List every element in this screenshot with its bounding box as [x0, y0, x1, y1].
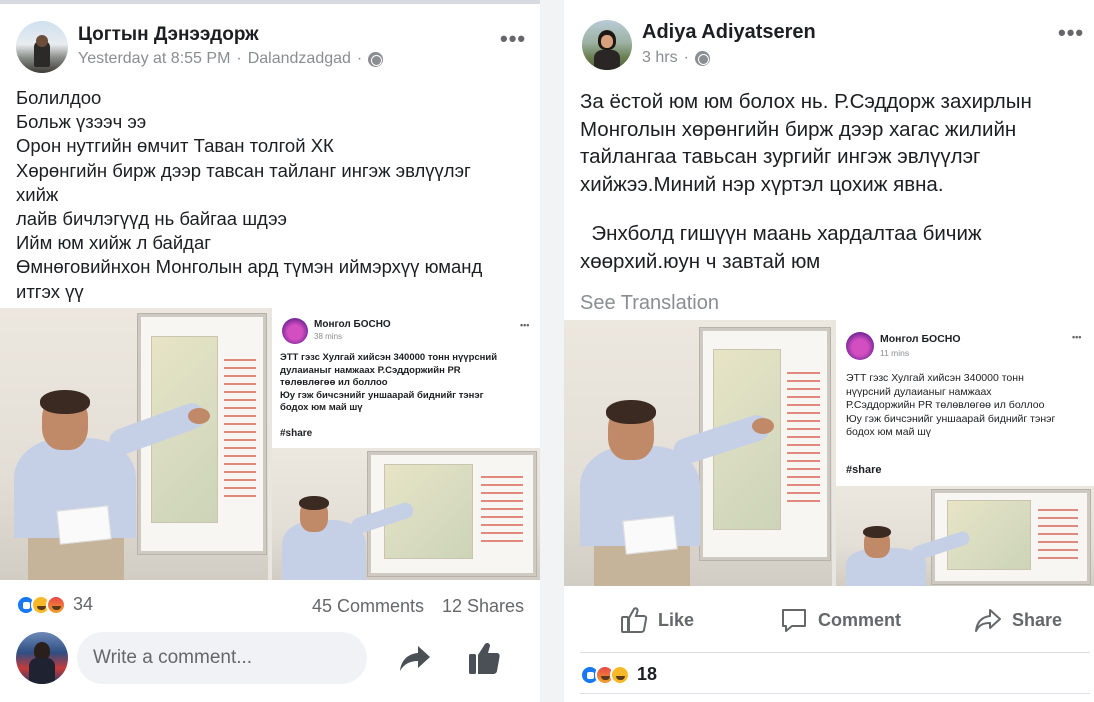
shared-post-text: ЭТТ гэзс Хулгай хийсэн 340000 тонн нүүрс…	[846, 372, 1092, 440]
body-line: Хөрөнгийн бирж дээр тавсан тайланг ингэж…	[16, 159, 471, 181]
body-line: итгэх үү	[16, 280, 84, 302]
share-label: Share	[1012, 609, 1063, 630]
body-line: Монголын хөрөнгийн бирж дээр хагас жилий…	[580, 117, 1017, 141]
shared-more-icon: •••	[520, 320, 530, 330]
post-meta: Yesterday at 8:55 PM · Dalandzadgad ·	[78, 50, 384, 68]
meta-separator: ·	[683, 49, 689, 66]
shared-presenter-photo	[836, 486, 1094, 586]
meta-separator: ·	[356, 50, 363, 67]
post-left: Цогтын Дэнээдорж Yesterday at 8:55 PM · …	[0, 0, 540, 702]
presenter-photo	[0, 308, 268, 580]
shared-post-time: 11 mins	[880, 348, 910, 358]
shared-post-time: 38 mins	[314, 332, 343, 341]
share-button[interactable]: Share	[974, 606, 1062, 634]
author-name[interactable]: Adiya Adiyatseren	[642, 21, 816, 44]
author-avatar[interactable]	[582, 20, 632, 70]
shared-page-avatar	[846, 332, 874, 360]
like-label: Like	[658, 609, 695, 630]
post-gutter	[540, 0, 564, 702]
angry-reaction-icon	[46, 594, 66, 615]
author-name[interactable]: Цогтын Дэнээдорж	[78, 24, 259, 46]
shared-post-card: Монгол БОСНО 11 mins ••• ЭТТ гэзс Хулгай…	[836, 320, 1094, 586]
post-image[interactable]: Монгол БОСНО 38 mins ••• ЭТТ гэзс Хулгай…	[0, 308, 540, 580]
actions-divider	[580, 652, 1090, 653]
shared-text-line: ЭТТ гэзс Хулгай хийсэн 340000 тонн	[846, 372, 1024, 384]
post-location[interactable]: Dalandzadgad	[248, 50, 351, 68]
shared-post-card: Монгол БОСНО 38 mins ••• ЭТТ гэзс Хулгай…	[272, 308, 540, 580]
body-line: Өмнөговийнхон Монголын ард түмэн иймэрхү…	[16, 256, 483, 278]
globe-icon	[368, 51, 384, 67]
shared-text-line: ЭТТ гэзс Хулгай хийсэн 340000 тонн нүүрс…	[280, 352, 498, 363]
shared-text-line: нүүрсний дулаианыг намжаах	[846, 385, 992, 398]
comment-button[interactable]: Comment	[780, 606, 901, 634]
share-arrow-icon[interactable]	[398, 642, 432, 674]
shared-text-line: Юу гэж бичсэнийг уншаарай биднийг тэнэг	[280, 389, 484, 401]
like-icon	[621, 607, 648, 633]
meta-separator: ·	[236, 50, 242, 67]
reaction-summary[interactable]: 34	[16, 594, 93, 615]
presenter-photo	[564, 320, 832, 586]
body-line: Орон нутгийн өмчит Таван толгой ХК	[16, 135, 334, 157]
reaction-count: 18	[637, 664, 658, 684]
comment-icon	[782, 609, 806, 632]
shared-text-line: Юу гэж бичсэнийг уншаарай биднийг тэнэг	[846, 412, 1056, 425]
shared-hashtag: #share	[280, 428, 313, 439]
bottom-divider	[580, 693, 1090, 694]
reaction-count: 34	[73, 594, 94, 614]
like-button[interactable]: Like	[620, 606, 694, 634]
body-line: Больж үзээч ээ	[16, 111, 147, 133]
shared-presenter-photo	[272, 448, 540, 580]
body-line: Ийм юм хийж л байдаг	[16, 232, 212, 254]
shared-text-line: бодох юм май шү	[846, 426, 932, 438]
shared-post-text: ЭТТ гэзс Хулгай хийсэн 340000 тонн нүүрс…	[280, 352, 536, 415]
reaction-summary[interactable]: 18	[580, 664, 657, 685]
body-line: Болилдоо	[16, 87, 102, 108]
shared-more-icon: •••	[1072, 332, 1082, 342]
post-image[interactable]: Монгол БОСНО 11 mins ••• ЭТТ гэзс Хулгай…	[564, 320, 1094, 586]
post-right: Adiya Adiyatseren 3 hrs · ••• За ёстой ю…	[564, 0, 1094, 702]
author-avatar[interactable]	[16, 21, 68, 73]
globe-icon	[694, 50, 710, 66]
shared-text-line: Р.Сэддоржийн PR төлөвлөгөө ил боллоо	[846, 399, 1045, 411]
haha-reaction-icon	[610, 664, 630, 685]
shared-text-line: дулаианыг намжаах Р.Сэддоржийн PR	[280, 364, 461, 376]
thumbs-up-icon[interactable]	[467, 640, 501, 676]
body-line: лайв бичлэгүүд нь байгаа шдээ	[16, 208, 287, 230]
see-translation-link[interactable]: See Translation	[580, 292, 719, 315]
body-line: тайлангаа тавьсан зургийг ингэж эвлүүлэг	[580, 145, 981, 168]
post-meta: 3 hrs ·	[642, 49, 710, 67]
shared-text-line: төлөвлөгөө ил боллоо	[280, 377, 388, 388]
more-options-icon[interactable]: •••	[1058, 20, 1084, 46]
more-options-icon[interactable]: •••	[500, 26, 526, 52]
body-line: хийж	[16, 183, 59, 205]
comments-count[interactable]: 45 Comments	[312, 596, 424, 617]
body-line	[580, 198, 1080, 220]
post-actions: Like Comment Share	[564, 596, 1094, 644]
shared-hashtag: #share	[846, 464, 882, 476]
body-line: Энхболд гишүүн маань хардалтаа бичиж	[580, 222, 982, 245]
body-line: хийжээ.Миний нэр хүртэл цохиж явна.	[580, 172, 944, 196]
shared-page-avatar	[282, 318, 308, 344]
body-line: хөөрхий.юун ч завтай юм	[580, 249, 821, 273]
commenter-avatar[interactable]	[16, 632, 68, 684]
body-line: За ёстой юм юм болох нь. Р.Сэддорж захир…	[580, 90, 1032, 113]
share-icon	[975, 609, 1001, 632]
comment-input[interactable]: Write a comment...	[77, 632, 367, 684]
post-body: За ёстой юм юм болох нь. Р.Сэддорж захир…	[580, 88, 1080, 275]
post-time[interactable]: Yesterday at 8:55 PM	[78, 50, 230, 68]
post-body: Болилдоо Больж үзээч ээ Орон нутгийн өмч…	[16, 86, 526, 304]
shared-page-name: Монгол БОСНО	[314, 319, 391, 330]
comment-label: Comment	[818, 609, 902, 630]
shares-count[interactable]: 12 Shares	[442, 596, 524, 617]
shared-text-line: бодох юм май шү	[280, 402, 363, 413]
shared-page-name: Монгол БОСНО	[880, 333, 961, 345]
post-time[interactable]: 3 hrs	[642, 49, 678, 67]
